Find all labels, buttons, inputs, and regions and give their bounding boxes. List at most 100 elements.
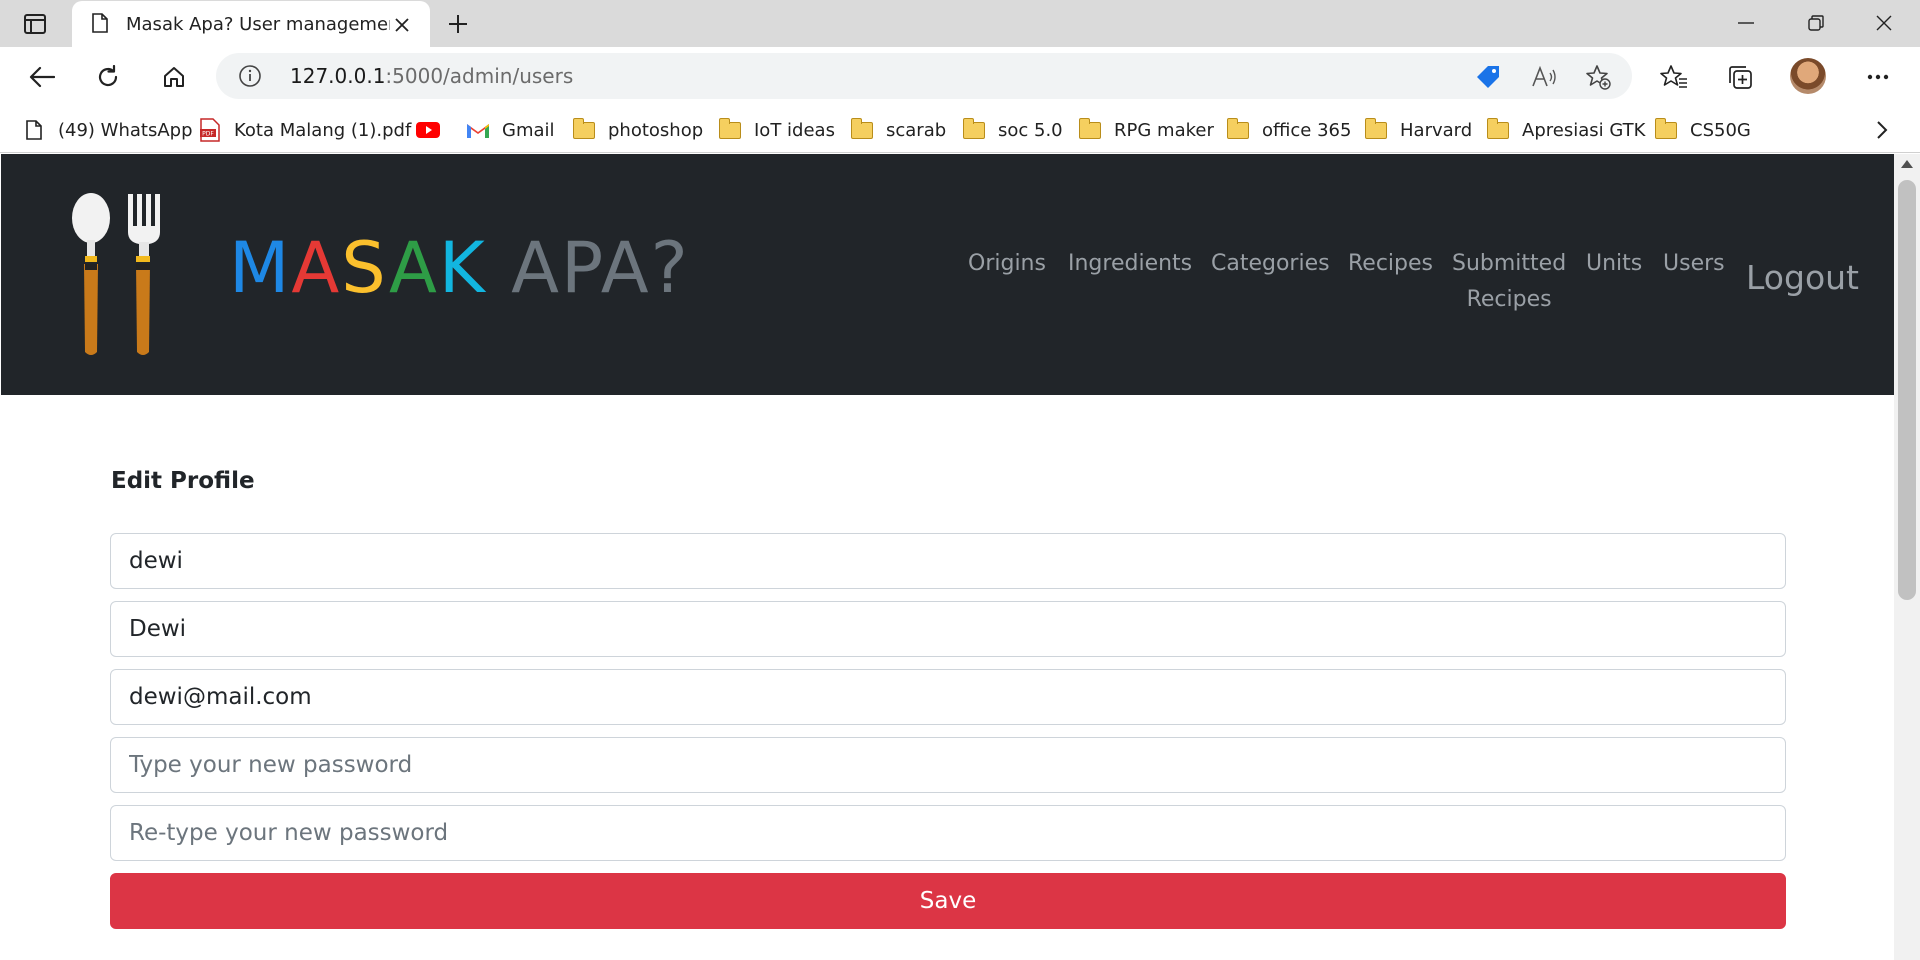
- logo-letter: A: [511, 227, 561, 309]
- bookmark-label: soc 5.0: [998, 119, 1063, 141]
- site-header: MASAK APA? Origins Ingredients Categorie…: [1, 154, 1894, 395]
- nav-origins[interactable]: Origins: [968, 246, 1046, 282]
- bookmark-apresiasi-gtk[interactable]: Apresiasi GTK: [1486, 115, 1645, 145]
- add-favorite-icon[interactable]: [1584, 63, 1612, 91]
- bookmark-label: photoshop: [608, 119, 704, 141]
- profile-avatar[interactable]: [1790, 58, 1826, 94]
- active-tab[interactable]: Masak Apa? User management: [72, 1, 430, 48]
- bookmark-gmail[interactable]: Gmail: [466, 115, 555, 145]
- tab-strip: Masak Apa? User management: [0, 0, 1920, 48]
- logo-letter: ?: [650, 227, 690, 309]
- collections-icon[interactable]: [1722, 59, 1758, 95]
- nav-recipes[interactable]: Recipes: [1348, 246, 1433, 282]
- bookmark-office-365[interactable]: office 365: [1226, 115, 1351, 145]
- restore-icon[interactable]: [1792, 8, 1840, 38]
- bookmark-youtube[interactable]: [416, 115, 452, 145]
- bookmark-label: Harvard: [1400, 119, 1473, 141]
- nav-submitted-recipes[interactable]: Submitted Recipes: [1452, 246, 1566, 318]
- home-icon[interactable]: [154, 57, 194, 97]
- retype-password-field[interactable]: [110, 805, 1786, 861]
- utensils-logo-icon[interactable]: [69, 192, 165, 358]
- scroll-thumb[interactable]: [1898, 180, 1916, 600]
- bookmark-label: RPG maker: [1114, 119, 1214, 141]
- back-icon[interactable]: [22, 57, 62, 97]
- more-options-icon[interactable]: [1860, 59, 1896, 95]
- chevron-right-icon[interactable]: [1868, 116, 1896, 144]
- logo-letter: S: [341, 227, 390, 309]
- url-host: 127.0.0.1: [290, 64, 386, 88]
- logo-letter: A: [389, 227, 439, 309]
- email-field[interactable]: [110, 669, 1786, 725]
- bookmark-soc[interactable]: soc 5.0: [962, 115, 1063, 145]
- bookmark-label: office 365: [1262, 119, 1352, 141]
- folder-icon: [1486, 117, 1510, 142]
- page-icon: [92, 12, 108, 37]
- folder-icon: [1364, 117, 1388, 142]
- url-path: :5000/admin/users: [385, 64, 574, 88]
- bookmark-label: Kota Malang (1).pdf: [234, 119, 412, 141]
- folder-icon: [850, 117, 874, 142]
- page-icon: [22, 118, 46, 142]
- svg-text:PDF: PDF: [202, 131, 214, 138]
- bookmark-label: CS50G: [1690, 119, 1751, 141]
- bookmarks-bar: (49) WhatsApp PDF Kota Malang (1).pdf Gm…: [0, 107, 1920, 153]
- window-close-icon[interactable]: [1860, 8, 1908, 38]
- logout-link[interactable]: Logout: [1746, 258, 1859, 297]
- coupon-tag-icon[interactable]: [1474, 63, 1502, 91]
- nav-categories[interactable]: Categories: [1211, 246, 1330, 282]
- reload-icon[interactable]: [88, 57, 128, 97]
- tab-title: Masak Apa? User management: [126, 14, 390, 35]
- logo-letter: P: [560, 227, 601, 309]
- bookmark-cs50g[interactable]: CS50G: [1654, 115, 1751, 145]
- browser-toolbar: 127.0.0.1:5000/admin/users: [0, 47, 1920, 107]
- logo-letter: A: [291, 227, 342, 309]
- bookmark-label: (49) WhatsApp: [58, 119, 193, 141]
- bookmark-rpg-maker[interactable]: RPG maker: [1078, 115, 1214, 145]
- bookmark-photoshop[interactable]: photoshop: [572, 115, 703, 145]
- gmail-icon: [466, 118, 490, 142]
- favorites-icon[interactable]: [1656, 59, 1692, 95]
- folder-icon: [1654, 117, 1678, 142]
- nav-units[interactable]: Units: [1586, 246, 1642, 282]
- nav-label-line2: Recipes: [1466, 287, 1552, 312]
- save-button[interactable]: Save: [110, 873, 1786, 929]
- folder-icon: [962, 117, 986, 142]
- url-text[interactable]: 127.0.0.1:5000/admin/users: [290, 64, 573, 88]
- nav-ingredients[interactable]: Ingredients: [1068, 246, 1192, 282]
- page-title: Edit Profile: [111, 468, 255, 494]
- page-scrollbar[interactable]: [1894, 154, 1920, 960]
- logo-letter: K: [438, 227, 487, 309]
- read-aloud-icon[interactable]: [1530, 63, 1558, 91]
- address-bar[interactable]: 127.0.0.1:5000/admin/users: [216, 53, 1632, 99]
- bookmark-scarab[interactable]: scarab: [850, 115, 946, 145]
- bookmark-label: IoT ideas: [754, 119, 835, 141]
- site-logo-text[interactable]: MASAK APA?: [229, 227, 690, 309]
- bookmark-iot-ideas[interactable]: IoT ideas: [718, 115, 835, 145]
- nav-label-line1: Submitted: [1452, 251, 1567, 276]
- logo-letter: A: [600, 227, 651, 309]
- bookmark-label: scarab: [886, 119, 947, 141]
- new-password-field[interactable]: [110, 737, 1786, 793]
- folder-icon: [572, 117, 596, 142]
- username-field[interactable]: [110, 533, 1786, 589]
- folder-icon: [1078, 117, 1102, 142]
- folder-icon: [718, 117, 742, 142]
- pdf-icon: PDF: [198, 118, 222, 142]
- close-icon[interactable]: [390, 13, 414, 37]
- logo-letter: [487, 227, 511, 309]
- name-field[interactable]: [110, 601, 1786, 657]
- new-tab-icon[interactable]: [442, 9, 474, 39]
- nav-users[interactable]: Users: [1663, 246, 1725, 282]
- bookmark-label: Apresiasi GTK: [1522, 119, 1646, 141]
- youtube-icon: [416, 118, 440, 142]
- site-info-icon[interactable]: [238, 64, 262, 88]
- bookmark-harvard[interactable]: Harvard: [1364, 115, 1472, 145]
- scroll-up-icon[interactable]: [1901, 160, 1913, 168]
- minimize-icon[interactable]: [1722, 8, 1770, 38]
- tab-actions-icon[interactable]: [18, 11, 52, 37]
- bookmark-whatsapp[interactable]: (49) WhatsApp: [22, 115, 193, 145]
- page-viewport: MASAK APA? Origins Ingredients Categorie…: [0, 154, 1894, 960]
- folder-icon: [1226, 117, 1250, 142]
- bookmark-kota-malang-pdf[interactable]: PDF Kota Malang (1).pdf: [198, 115, 411, 145]
- logo-letter: M: [229, 227, 292, 309]
